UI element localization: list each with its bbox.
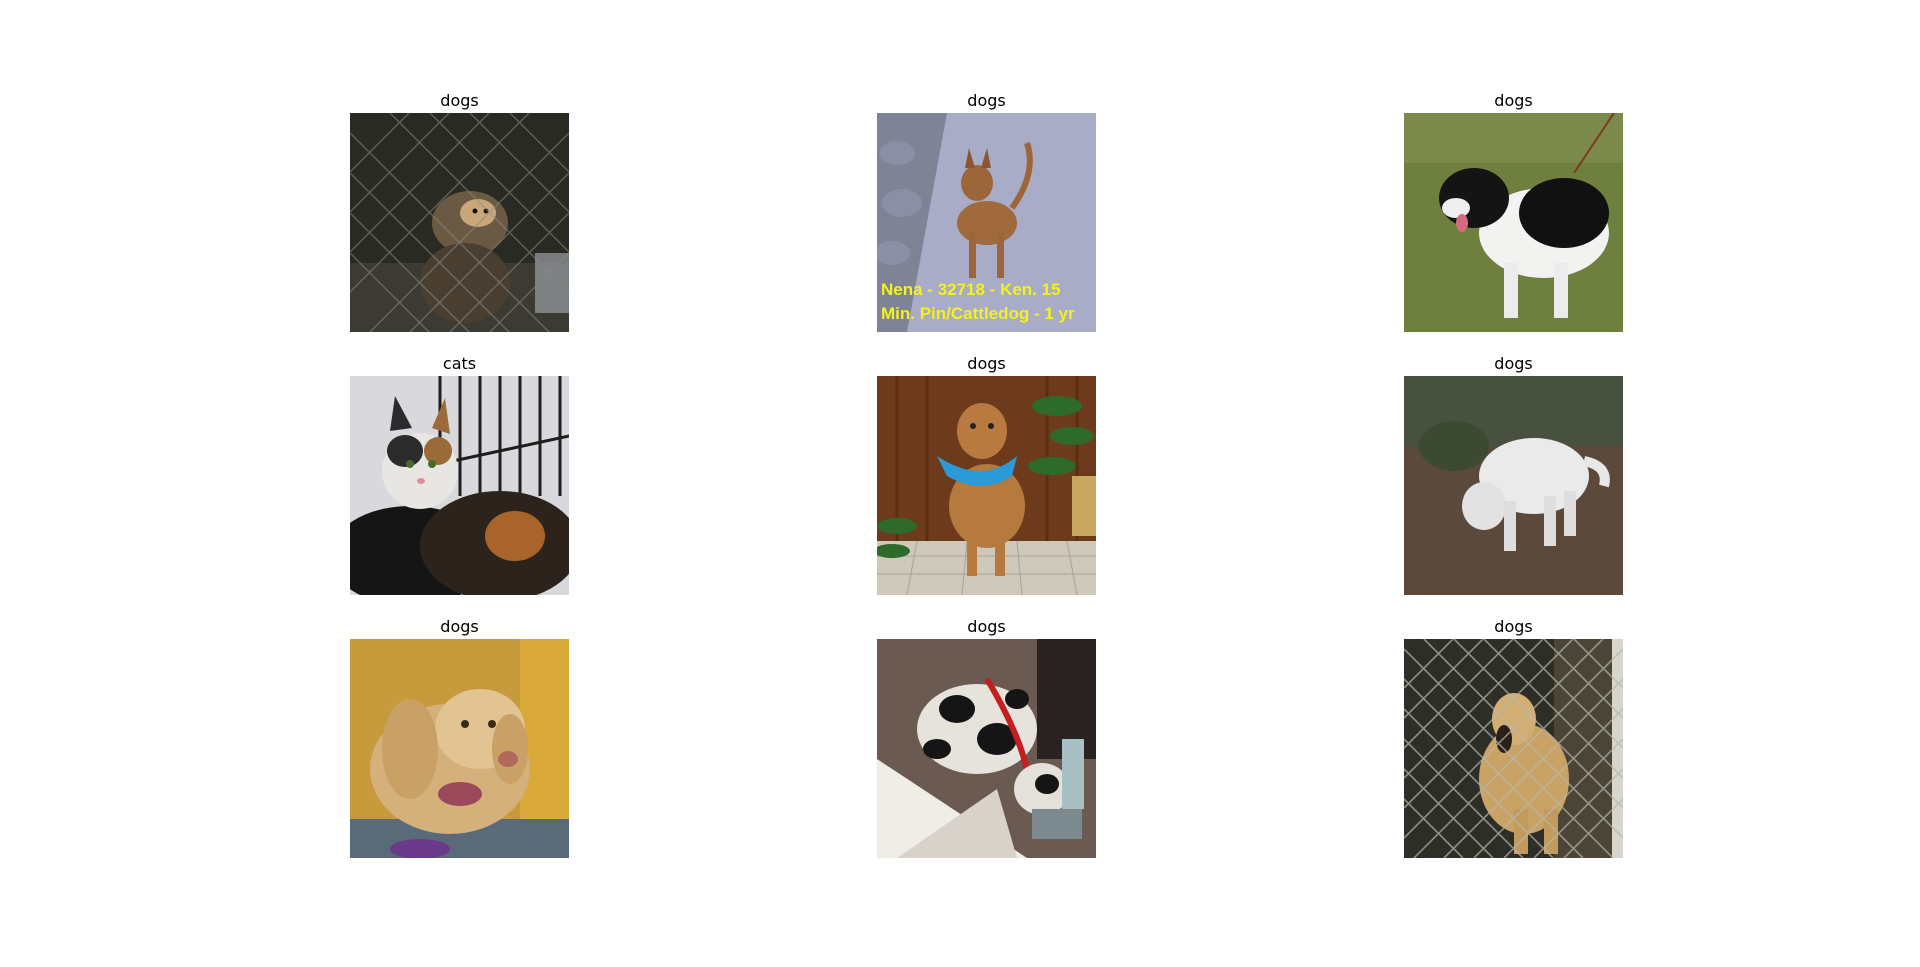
dog-photo: Nena - 32718 - Ken. 15 Min. Pin/Cattledo… (877, 113, 1096, 332)
panel-title: dogs (967, 354, 1006, 373)
panel-title: dogs (1494, 617, 1533, 636)
panel-title: dogs (1494, 354, 1533, 373)
cat-photo (350, 376, 569, 595)
panel-title: dogs (967, 617, 1006, 636)
dog-photo (1404, 113, 1623, 332)
panel-title: cats (442, 354, 477, 373)
dog-photo (350, 113, 569, 332)
overlay-text-line-1: Nena - 32718 - Ken. 15 (881, 280, 1061, 299)
dog-photo (1404, 639, 1623, 858)
overlay-text-line-2: Min. Pin/Cattledog - 1 yr (881, 304, 1075, 323)
dog-photo (877, 639, 1096, 858)
panel-title: dogs (440, 617, 479, 636)
image-grid-figure: dogs dogs Nena - 32718 - Ken. 15 Min. Pi… (0, 0, 1920, 967)
panel-title: dogs (440, 91, 479, 110)
panel-title: dogs (1494, 91, 1533, 110)
dog-photo (877, 376, 1096, 595)
panel-title: dogs (967, 91, 1006, 110)
dog-photo (1404, 376, 1623, 595)
dog-photo (350, 639, 569, 858)
